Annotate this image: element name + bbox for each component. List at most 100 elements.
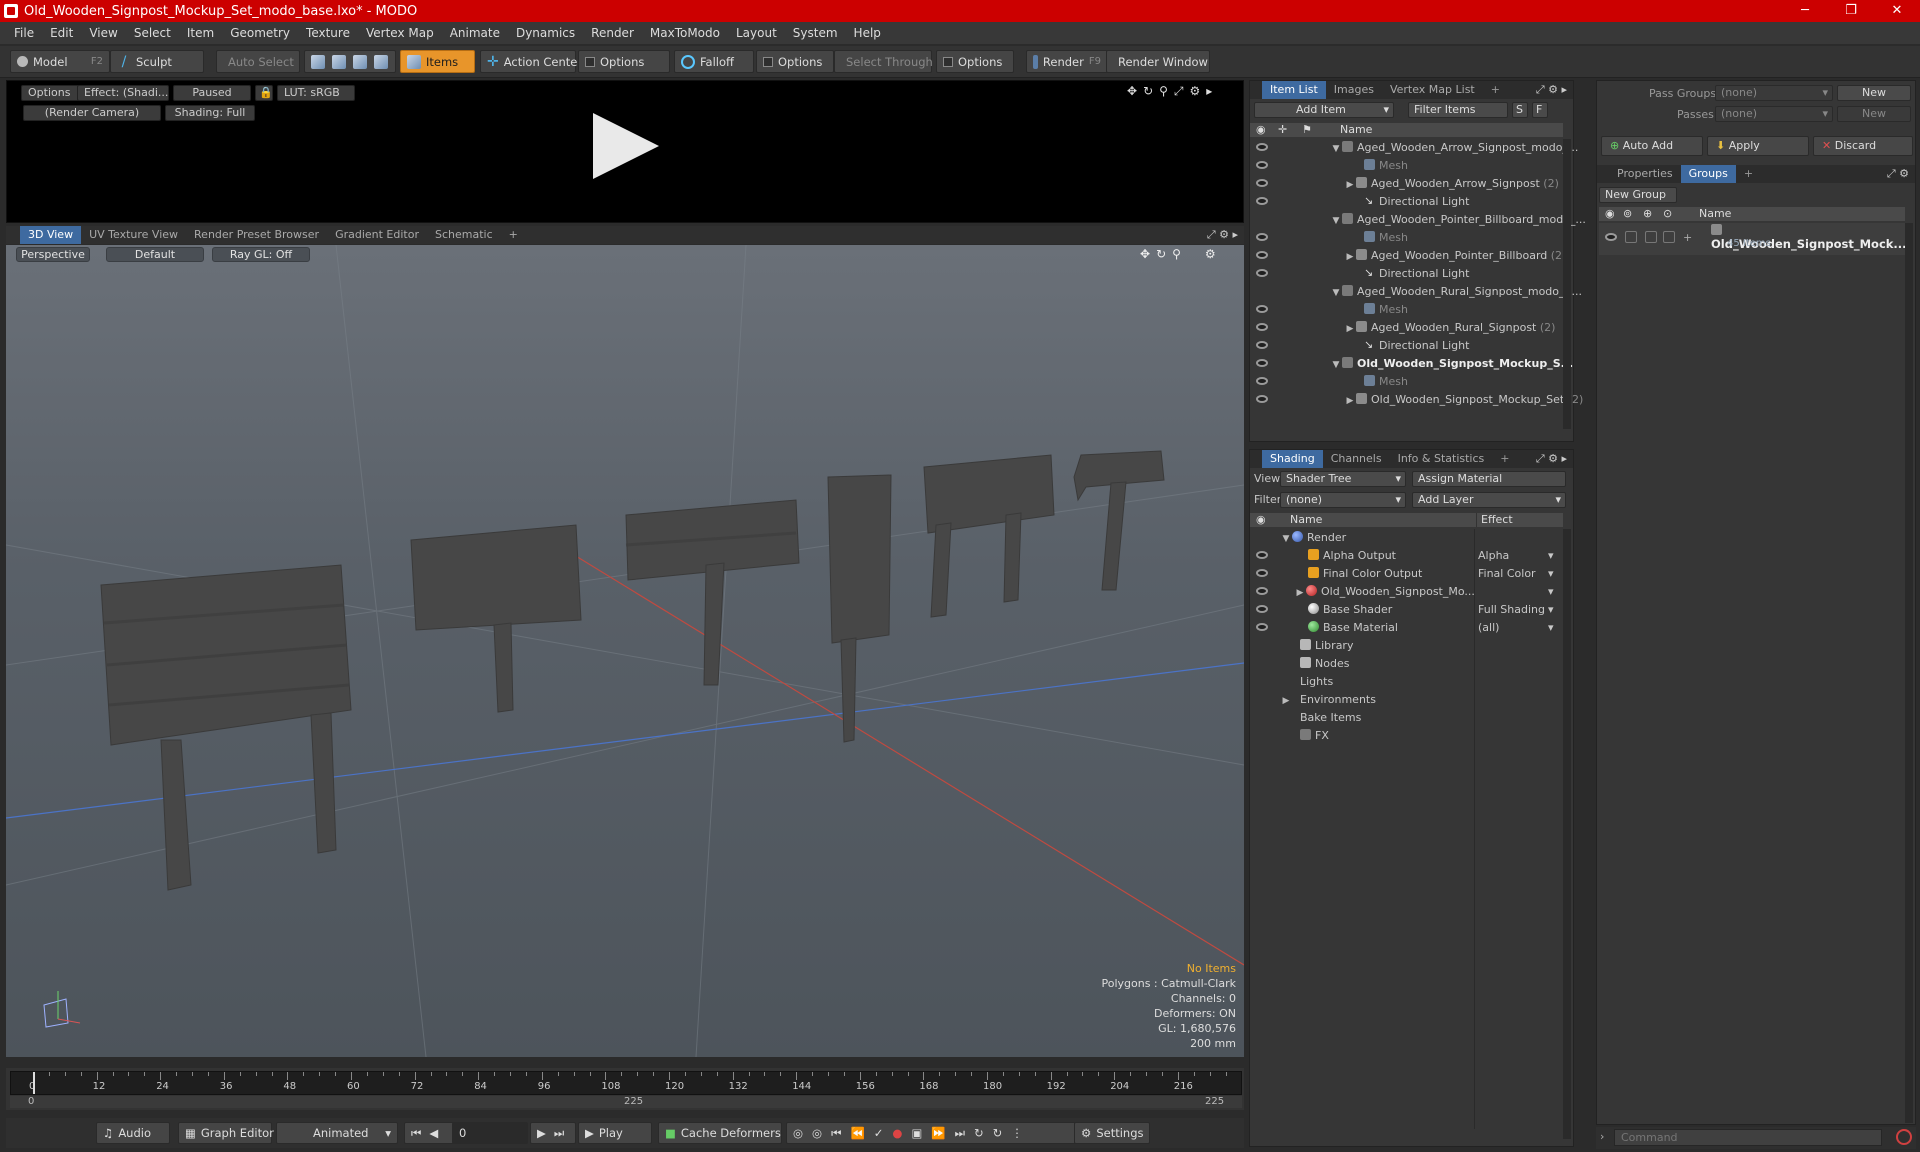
search-mode-toggle[interactable]: S (1512, 102, 1528, 118)
menu-item[interactable]: Item (179, 26, 222, 40)
visibility-eye-icon[interactable] (1256, 305, 1268, 313)
new-pass-button[interactable]: New (1837, 106, 1911, 122)
shader-row-nodes[interactable]: Nodes (1250, 655, 1563, 673)
maximize-viewport-icon[interactable]: ⤢ ⚙ ▸ (1207, 228, 1244, 242)
filter-items-field[interactable]: Filter Items (1408, 102, 1508, 118)
expand-arrow-icon[interactable]: ▼ (1330, 140, 1342, 158)
tab-render-preset-browser[interactable]: Render Preset Browser (186, 226, 327, 244)
assign-material-button[interactable]: Assign Material (1412, 471, 1566, 487)
projection-dropdown[interactable]: Perspective (16, 247, 90, 262)
menu-select[interactable]: Select (126, 26, 179, 40)
3d-viewport[interactable]: Perspective Default Ray GL: Off ✥ ↻ ⚲ ⚙ … (6, 245, 1244, 1057)
shader-row-fx[interactable]: FX (1250, 727, 1563, 745)
falloff-options-button[interactable]: Options (756, 50, 834, 73)
current-frame-field[interactable]: 0 (452, 1122, 528, 1144)
shader-row-bake-items[interactable]: Bake Items (1250, 709, 1563, 727)
preview-options-button[interactable]: Options (21, 85, 79, 101)
list-item[interactable]: Directional Light (1250, 336, 1563, 355)
list-item[interactable]: ▼ Old_Wooden_Signpost_Mockup_S... (1250, 355, 1573, 373)
menu-dynamics[interactable]: Dynamics (508, 26, 583, 40)
list-item[interactable]: ▶ Aged_Wooden_Pointer_Billboard (2) (1250, 247, 1566, 266)
graph-editor-button[interactable]: ▦ Graph Editor (178, 1122, 274, 1144)
step-forward-icon[interactable]: ▶ (537, 1126, 546, 1140)
menu-animate[interactable]: Animate (442, 26, 508, 40)
loop-icon[interactable]: ↻ (993, 1126, 1003, 1140)
filter-mode-toggle[interactable]: F (1532, 102, 1548, 118)
gear-icon[interactable]: ⚙ (1205, 247, 1216, 261)
lock-checkbox[interactable] (1625, 231, 1637, 243)
rotate-icon[interactable]: ↻ (1156, 247, 1166, 261)
preview-shading-dropdown[interactable]: Shading: Full (165, 105, 255, 121)
zoom-icon[interactable]: ⚲ (1172, 247, 1181, 261)
list-item[interactable]: Mesh (1250, 157, 1563, 175)
list-item[interactable]: ▼ Aged_Wooden_Arrow_Signpost_modo_... (1250, 139, 1578, 158)
materials-mode-icon[interactable] (374, 54, 388, 69)
tab-shading[interactable]: Shading (1262, 450, 1323, 468)
list-item[interactable]: Mesh (1250, 301, 1563, 319)
visibility-eye-icon[interactable] (1256, 269, 1268, 277)
key-all-icon[interactable]: ▣ (911, 1126, 922, 1140)
tab-groups[interactable]: Groups (1680, 165, 1736, 183)
preview-lut-dropdown[interactable]: LUT: sRGB (277, 85, 355, 101)
expand-arrow-icon[interactable]: ▶ (1344, 176, 1356, 194)
timeline[interactable]: 0 12 24 36 48 60 72 84 96 108 120 132 144 156 168 180 19… (6, 1068, 1244, 1110)
arrow-right-icon[interactable]: ▸ (1206, 84, 1212, 99)
menu-file[interactable]: File (6, 26, 42, 40)
visibility-eye-icon[interactable] (1256, 251, 1268, 259)
lock-icon[interactable]: 🔒 (255, 85, 273, 101)
menu-render[interactable]: Render (583, 26, 642, 40)
menu-system[interactable]: System (785, 26, 846, 40)
record-icon[interactable]: ● (892, 1126, 902, 1140)
list-item[interactable]: Mesh (1250, 229, 1563, 247)
polygons-mode-icon[interactable] (353, 54, 367, 69)
discard-button[interactable]: ✕ Discard (1813, 136, 1913, 156)
filter-dropdown[interactable]: (none) ▾ (1280, 492, 1406, 508)
expand-arrow-icon[interactable]: ▶ (1344, 248, 1356, 266)
gear-icon[interactable]: ⚙ (1190, 84, 1201, 99)
render-checkbox[interactable] (1663, 231, 1675, 243)
menu-vertex-map[interactable]: Vertex Map (358, 26, 442, 40)
menu-help[interactable]: Help (846, 26, 889, 40)
next-key-icon[interactable]: ⏭ (955, 1126, 965, 1141)
menu-maxtomodo[interactable]: MaxToModo (642, 26, 728, 40)
expand-arrow-icon[interactable]: ▼ (1330, 284, 1342, 302)
shader-row-lights[interactable]: Lights (1250, 673, 1563, 691)
expand-arrow-icon[interactable]: ▼ (1280, 530, 1292, 548)
auto-add-button[interactable]: ⊕ Auto Add (1601, 136, 1703, 156)
panel-settings-icon[interactable]: ⤢ ⚙ ▸ (1536, 452, 1573, 466)
shader-row-base-shader[interactable]: Base Shader Full Shading ▾ (1250, 601, 1563, 619)
select-checkbox[interactable] (1645, 231, 1657, 243)
menu-geometry[interactable]: Geometry (222, 26, 298, 40)
shader-row-environments[interactable]: ▶ Environments (1250, 691, 1563, 709)
items-mode-button[interactable]: Items (400, 50, 475, 73)
rotate-icon[interactable]: ↻ (1143, 84, 1153, 99)
list-item[interactable]: Directional Light (1250, 192, 1563, 211)
play-button[interactable]: ▶ Play (578, 1122, 652, 1144)
menu-edit[interactable]: Edit (42, 26, 81, 40)
visibility-eye-icon[interactable] (1256, 605, 1268, 613)
expand-arrow-icon[interactable]: ▶ (1280, 692, 1292, 710)
list-item[interactable]: ▶ Aged_Wooden_Rural_Signpost (2) (1250, 319, 1563, 337)
action-center-button[interactable]: ✛ Action Center (480, 50, 582, 73)
menu-texture[interactable]: Texture (298, 26, 358, 40)
group-row[interactable]: + Old_Wooden_Signpost_Mock... 45 Items (1599, 223, 1907, 255)
view-dropdown[interactable]: Shader Tree ▾ (1280, 471, 1406, 487)
prev-key-icon[interactable]: ⏪ (850, 1126, 864, 1140)
falloff-button[interactable]: Falloff (674, 50, 754, 73)
visibility-eye-icon[interactable] (1256, 143, 1268, 151)
visibility-eye-icon[interactable] (1256, 323, 1268, 331)
list-item[interactable]: ▶ Aged_Wooden_Arrow_Signpost (2) (1250, 175, 1563, 193)
pan-icon[interactable]: ✥ (1140, 247, 1150, 261)
visibility-eye-icon[interactable] (1256, 569, 1268, 577)
minimize-button[interactable]: ─ (1782, 0, 1828, 22)
shader-row-material-group[interactable]: ▶ Old_Wooden_Signpost_Mo... ▾ (1250, 583, 1563, 601)
skip-start-icon[interactable]: ⏮ (411, 1126, 421, 1141)
close-button[interactable]: ✕ (1874, 0, 1920, 22)
visibility-eye-icon[interactable] (1256, 179, 1268, 187)
tab-schematic[interactable]: Schematic (427, 226, 501, 244)
panel-settings-icon[interactable]: ⤢ ⚙ (1887, 167, 1915, 181)
tab-properties[interactable]: Properties (1609, 165, 1681, 183)
expand-arrow-icon[interactable]: ▶ (1294, 584, 1306, 602)
panel-settings-icon[interactable]: ⤢ ⚙ ▸ (1536, 83, 1573, 97)
animated-dropdown[interactable]: Animated ▾ (276, 1122, 398, 1144)
